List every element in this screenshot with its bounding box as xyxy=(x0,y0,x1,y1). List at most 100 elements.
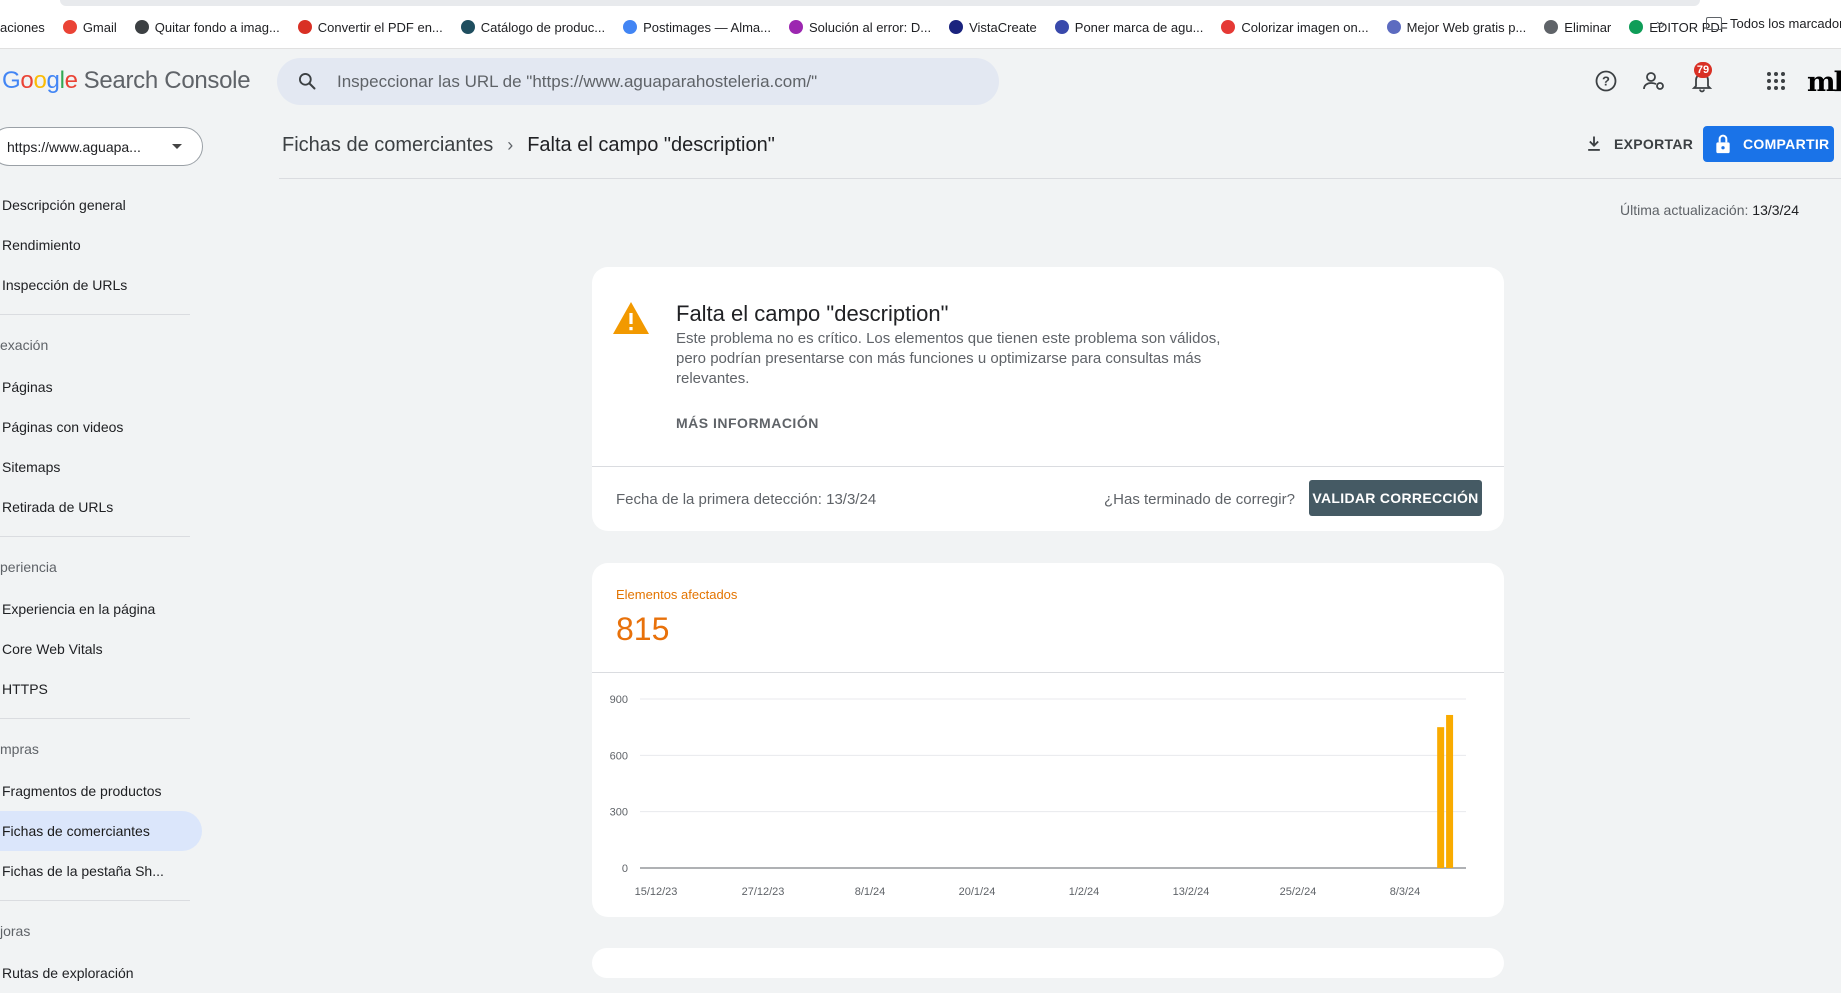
app-header: GoogleSearch Console ? 79 mk xyxy=(0,49,1841,115)
next-card xyxy=(592,948,1504,978)
apps-grid-icon[interactable] xyxy=(1764,69,1788,93)
sidebar-item-label: Rendimiento xyxy=(2,237,81,253)
google-wordmark: Google xyxy=(2,67,78,94)
y-tick-label: 300 xyxy=(610,807,628,819)
sidebar-item[interactable]: Fragmentos de productos xyxy=(0,771,202,811)
bookmark-list: aciones Gmail Quitar fondo a imag... Conver… xyxy=(0,16,1746,38)
last-update-label: Última actualización: xyxy=(1620,202,1749,218)
export-button[interactable]: EXPORTAR xyxy=(1584,134,1693,154)
search-console-logo[interactable]: Google Search Console xyxy=(2,67,251,95)
breadcrumb-parent[interactable]: Fichas de comerciantes xyxy=(282,134,493,156)
more-info-link[interactable]: MÁS INFORMACIÓN xyxy=(676,415,819,431)
bookmark-item[interactable]: Poner marca de agu... xyxy=(1054,19,1204,35)
bookmark-item[interactable]: aciones xyxy=(0,20,45,35)
bookmark-item[interactable]: Quitar fondo a imag... xyxy=(134,19,280,35)
last-update: Última actualización: 13/3/24 xyxy=(1620,202,1799,218)
search-icon xyxy=(299,73,316,90)
bookmark-label: Eliminar xyxy=(1564,19,1612,35)
bookmark-item[interactable]: Postimages — Alma... xyxy=(623,20,771,35)
sidebar-item[interactable]: Descripción general xyxy=(0,185,202,225)
folder-icon xyxy=(1706,17,1722,30)
sidebar-item[interactable]: Experiencia en la página xyxy=(0,589,202,629)
product-name: Search Console xyxy=(83,67,251,94)
x-tick-label: 15/12/23 xyxy=(635,886,678,898)
dropdown-arrow-icon xyxy=(172,144,182,149)
sidebar-item-label: Fichas de comerciantes xyxy=(2,823,150,839)
sidebar-item-label: Experiencia en la página xyxy=(2,601,156,617)
sidebar-item[interactable]: Retirada de URLs xyxy=(0,487,202,527)
sidebar-item-label: Descripción general xyxy=(2,197,126,213)
sidebar-item[interactable]: Páginas xyxy=(0,367,202,407)
sidebar-item[interactable]: Fichas de comerciantes xyxy=(0,811,202,851)
sidebar-item-label: Páginas con videos xyxy=(2,419,124,435)
chevron-right-icon: › xyxy=(507,135,514,155)
bookmark-label: Poner marca de agu... xyxy=(1074,19,1204,35)
issue-divider xyxy=(592,466,1504,467)
y-tick-label: 0 xyxy=(622,863,628,875)
editor-pdf-icon xyxy=(1629,20,1644,34)
sidebar-item[interactable]: Core Web Vitals xyxy=(0,629,202,669)
x-tick-label: 20/1/24 xyxy=(959,886,996,898)
bookmark-item[interactable]: VistaCreate xyxy=(949,20,1037,35)
notifications-badge: 79 xyxy=(1694,62,1712,78)
share-button[interactable]: COMPARTIR xyxy=(1703,126,1834,162)
lock-icon xyxy=(1716,134,1730,154)
more-bookmarks-button[interactable]: » xyxy=(1656,16,1665,34)
bookmark-item[interactable]: Mejor Web gratis p... xyxy=(1386,19,1527,35)
x-tick-label: 13/2/24 xyxy=(1173,886,1210,898)
bookmark-label: Quitar fondo a imag... xyxy=(154,19,280,35)
bookmark-item[interactable]: Colorizar imagen on... xyxy=(1221,20,1369,35)
bookmark-label: aciones xyxy=(0,19,45,35)
bookmark-label: VistaCreate xyxy=(969,19,1037,35)
url-inspection-input[interactable] xyxy=(335,68,979,96)
nav-section-label: periencia xyxy=(0,559,57,575)
bookmark-item[interactable]: Catálogo de produc... xyxy=(460,20,605,35)
nav-divider xyxy=(0,900,190,901)
sidebar-item[interactable]: Páginas con videos xyxy=(0,407,202,447)
header-divider xyxy=(279,178,1841,179)
gmail-icon xyxy=(62,20,77,34)
sidebar-item[interactable]: Rutas de exploración xyxy=(0,953,202,993)
sidebar-item[interactable]: Rendimiento xyxy=(0,225,202,265)
user-settings-icon[interactable] xyxy=(1642,69,1666,93)
chart-bar xyxy=(1437,727,1445,868)
property-url: https://www.aguapa... xyxy=(7,139,141,155)
account-avatar[interactable]: mk xyxy=(1807,67,1841,98)
bookmark-item[interactable]: Convertir el PDF en... xyxy=(297,19,443,35)
sidebar-item-label: Retirada de URLs xyxy=(2,499,114,515)
bookmark-label: Solución al error: D... xyxy=(808,19,932,35)
web-icon xyxy=(1386,20,1401,34)
sidebar-item-label: Rutas de exploración xyxy=(2,965,134,981)
sidebar-item[interactable]: Fichas de la pestaña Sh... xyxy=(0,851,202,891)
bookmark-item[interactable]: Eliminar xyxy=(1544,20,1611,35)
property-selector[interactable]: https://www.aguapa... xyxy=(0,127,203,166)
url-inspection-search[interactable] xyxy=(277,58,999,105)
all-bookmarks-button[interactable]: Todos los marcadores xyxy=(1706,16,1841,31)
all-bookmarks-label: Todos los marcadores xyxy=(1730,16,1841,31)
help-icon[interactable]: ? xyxy=(1594,69,1618,93)
vistacreate-icon xyxy=(949,20,964,34)
bookmark-label: Gmail xyxy=(82,19,117,35)
issue-description: Este problema no es crítico. Los element… xyxy=(676,330,1221,387)
issue-title: Falta el campo "description" xyxy=(676,301,949,326)
bookmark-label: Mejor Web gratis p... xyxy=(1406,19,1527,35)
bookmark-item[interactable]: Solución al error: D... xyxy=(788,19,932,35)
delete-icon xyxy=(1544,20,1559,34)
postimages-icon xyxy=(623,20,638,34)
last-update-date: 13/3/24 xyxy=(1752,202,1799,218)
sidebar-item-label: Páginas xyxy=(2,379,53,395)
bookmark-label: Convertir el PDF en... xyxy=(317,19,443,35)
nav-divider xyxy=(0,314,190,315)
sidebar-item[interactable]: Inspección de URLs xyxy=(0,265,202,305)
sidebar-item-label: Fragmentos de productos xyxy=(2,783,162,799)
validate-fix-button[interactable]: VALIDAR CORRECCIÓN xyxy=(1309,480,1482,516)
solution-icon xyxy=(788,20,803,34)
export-label: EXPORTAR xyxy=(1614,136,1694,152)
share-label: COMPARTIR xyxy=(1743,136,1830,152)
pdf-icon xyxy=(297,20,312,34)
x-tick-label: 27/12/23 xyxy=(742,886,785,898)
bookmark-item[interactable]: Gmail xyxy=(62,19,117,35)
sidebar-item[interactable]: HTTPS xyxy=(0,669,202,709)
first-detection: Fecha de la primera detección: 13/3/24 xyxy=(616,491,877,508)
sidebar-item[interactable]: Sitemaps xyxy=(0,447,202,487)
